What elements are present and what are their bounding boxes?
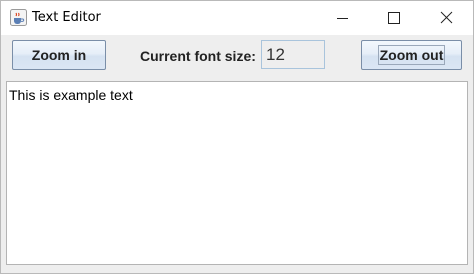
java-coffee-cup-icon[interactable]: [10, 9, 27, 26]
close-icon: [440, 11, 453, 24]
zoom-in-button[interactable]: Zoom in: [12, 40, 106, 70]
maximize-button[interactable]: [370, 1, 416, 35]
minimize-icon: [337, 18, 348, 19]
bottom-frame: [1, 265, 473, 273]
right-frame: [468, 81, 473, 265]
toolbar: Zoom in Current font size: 12 Zoom out: [1, 35, 473, 81]
maximize-icon: [388, 12, 400, 24]
text-editor-window: Text Editor Zoom in Current font size: 1…: [0, 0, 474, 274]
zoom-out-button[interactable]: Zoom out: [361, 40, 462, 70]
editor-text: This is example text: [9, 87, 133, 103]
minimize-button[interactable]: [319, 1, 365, 35]
font-size-label: Current font size:: [140, 48, 256, 64]
font-size-field[interactable]: 12: [261, 40, 325, 69]
title-bar[interactable]: Text Editor: [1, 1, 473, 35]
zoom-out-label: Zoom out: [377, 45, 446, 65]
text-area[interactable]: This is example text: [6, 81, 468, 265]
close-button[interactable]: [423, 1, 469, 35]
window-title: Text Editor: [32, 10, 101, 25]
